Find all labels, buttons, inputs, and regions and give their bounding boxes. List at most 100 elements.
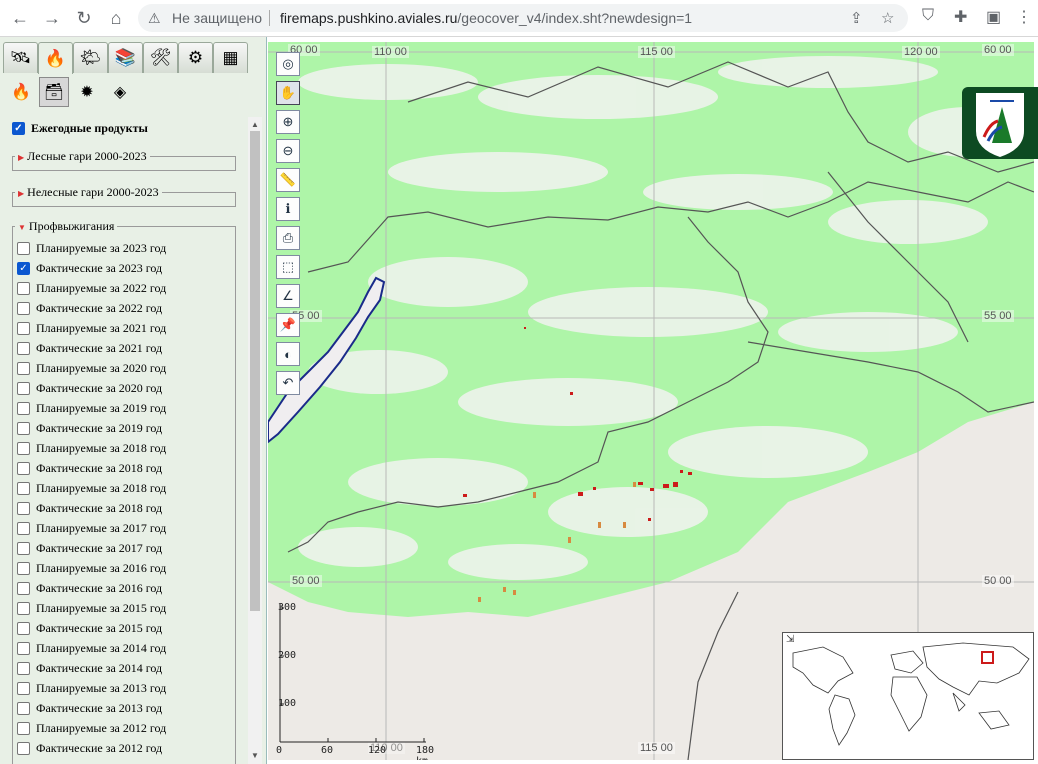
prescribed-item[interactable]: Фактические за 2020 год — [17, 380, 162, 396]
ruler-tool[interactable]: 📏 — [276, 168, 300, 192]
prescribed-checkbox[interactable] — [17, 481, 30, 495]
prescribed-checkbox[interactable] — [17, 581, 30, 595]
prescribed-checkbox[interactable] — [17, 301, 30, 315]
prescribed-item[interactable]: Фактические за 2018 год — [17, 500, 162, 516]
pin-tool[interactable]: 📌 — [276, 313, 300, 337]
prescribed-checkbox[interactable] — [17, 521, 30, 535]
subtab-flame-icon[interactable]: 🔥 — [6, 77, 36, 107]
prescribed-item[interactable]: Фактические за 2014 год — [17, 660, 162, 676]
prescribed-checkbox[interactable] — [17, 741, 30, 755]
prescribed-checkbox[interactable]: ✓ — [17, 261, 30, 275]
forest-burns-legend[interactable]: ▶ Лесные гари 2000-2023 — [15, 149, 150, 164]
prescribed-checkbox[interactable] — [17, 721, 30, 735]
prescribed-burns-legend[interactable]: ▼ Профвыжигания — [15, 219, 117, 234]
scroll-up-icon[interactable]: ▲ — [248, 119, 262, 131]
prescribed-checkbox[interactable] — [17, 601, 30, 615]
prescribed-item[interactable]: Планируемые за 2022 год — [17, 280, 166, 296]
tab-weather-icon[interactable]: 🌤 — [73, 42, 108, 73]
prescribed-checkbox[interactable] — [17, 661, 30, 675]
prescribed-item[interactable]: Планируемые за 2015 год — [17, 600, 166, 616]
prescribed-item[interactable]: Фактические за 2017 год — [17, 540, 162, 556]
prescribed-item[interactable]: Планируемые за 2020 год — [17, 360, 166, 376]
prescribed-checkbox[interactable] — [17, 421, 30, 435]
measure-angle-tool[interactable]: ∠ — [276, 284, 300, 308]
prescribed-checkbox[interactable] — [17, 341, 30, 355]
yearly-products-toggle[interactable]: ✓ Ежегодные продукты — [12, 121, 148, 136]
back-icon[interactable]: ← — [8, 6, 32, 30]
prescribed-item[interactable]: Фактические за 2012 год — [17, 740, 162, 756]
puzzle-extensions-icon[interactable]: ✚ — [954, 7, 967, 27]
forward-icon[interactable]: → — [40, 6, 64, 30]
prescribed-checkbox[interactable] — [17, 681, 30, 695]
tab-gear-icon[interactable]: ⚙ — [178, 42, 213, 73]
reload-icon[interactable]: ↻ — [72, 6, 96, 30]
side-panel-icon[interactable]: ▣ — [986, 7, 1001, 27]
prescribed-checkbox[interactable] — [17, 381, 30, 395]
globe-tool[interactable]: ◐ — [276, 342, 300, 366]
tab-table-icon[interactable]: ▦ — [213, 42, 248, 73]
prescribed-item[interactable]: Планируемые за 2014 год — [17, 640, 166, 656]
prescribed-checkbox[interactable] — [17, 701, 30, 715]
prescribed-checkbox[interactable] — [17, 541, 30, 555]
prescribed-checkbox[interactable] — [17, 621, 30, 635]
zoom-out-tool[interactable]: ⊖ — [276, 139, 300, 163]
forest-burns-group[interactable]: ▶ Лесные гари 2000-2023 — [12, 149, 236, 171]
scroll-down-icon[interactable]: ▼ — [248, 750, 262, 762]
tab-tools-icon[interactable]: 🛠 — [143, 42, 178, 73]
subtab-hotspot-icon[interactable]: ✹ — [72, 77, 102, 107]
pan-hand-tool[interactable]: ✋ — [276, 81, 300, 105]
overview-toggle-icon[interactable]: ⇲ — [786, 634, 794, 645]
prescribed-item[interactable]: Планируемые за 2013 год — [17, 680, 166, 696]
prescribed-checkbox[interactable] — [17, 561, 30, 575]
overview-viewport-marker[interactable] — [981, 651, 994, 664]
info-tool[interactable]: ℹ — [276, 197, 300, 221]
zoom-in-tool[interactable]: ⊕ — [276, 110, 300, 134]
prescribed-item[interactable]: Фактические за 2018 год — [17, 460, 162, 476]
zoom-extent-tool[interactable]: ◎ — [276, 52, 300, 76]
prescribed-checkbox[interactable] — [17, 401, 30, 415]
map-canvas[interactable]: 60 00 110 00 115 00 120 00 60 00 55 00 5… — [268, 42, 1034, 760]
subtab-layer-stack-icon[interactable]: ◈ — [105, 77, 135, 107]
nonforest-burns-legend[interactable]: ▶ Нелесные гари 2000-2023 — [15, 185, 162, 200]
prescribed-checkbox[interactable] — [17, 361, 30, 375]
undo-tool[interactable]: ↶ — [276, 371, 300, 395]
tab-satellite-icon[interactable]: 🛰 — [3, 42, 38, 73]
overview-map[interactable]: ⇲ — [782, 632, 1034, 760]
prescribed-item[interactable]: Планируемые за 2012 год — [17, 720, 166, 736]
shield-extension-icon[interactable]: ⛉ — [922, 7, 934, 25]
prescribed-item[interactable]: Фактические за 2019 год — [17, 420, 162, 436]
prescribed-item[interactable]: ✓ Фактические за 2023 год — [17, 260, 162, 276]
menu-icon[interactable]: ⋮ — [1016, 7, 1032, 27]
prescribed-item[interactable]: Планируемые за 2017 год — [17, 520, 166, 536]
address-bar[interactable]: ⚠ Не защищено firemaps.pushkino.aviales.… — [138, 4, 908, 32]
tab-layers-icon[interactable]: 📚 — [108, 42, 143, 73]
print-tool[interactable]: ⎙ — [276, 226, 300, 250]
prescribed-checkbox[interactable] — [17, 241, 30, 255]
prescribed-checkbox[interactable] — [17, 321, 30, 335]
prescribed-item[interactable]: Планируемые за 2021 год — [17, 320, 166, 336]
yearly-products-checkbox[interactable]: ✓ — [12, 122, 25, 135]
subtab-burned-product-icon[interactable]: 🗃 — [39, 77, 69, 107]
prescribed-item[interactable]: Фактические за 2015 год — [17, 620, 162, 636]
prescribed-item[interactable]: Планируемые за 2016 год — [17, 560, 166, 576]
prescribed-item[interactable]: Фактические за 2016 год — [17, 580, 162, 596]
select-area-tool[interactable]: ⬚ — [276, 255, 300, 279]
home-icon[interactable]: ⌂ — [104, 6, 128, 30]
tab-fire-icon[interactable]: 🔥 — [38, 42, 73, 74]
bookmark-star-icon[interactable]: ☆ — [881, 9, 894, 27]
prescribed-checkbox[interactable] — [17, 461, 30, 475]
prescribed-item[interactable]: Планируемые за 2019 год — [17, 400, 166, 416]
nonforest-burns-group[interactable]: ▶ Нелесные гари 2000-2023 — [12, 185, 236, 207]
prescribed-item[interactable]: Планируемые за 2018 год — [17, 440, 166, 456]
prescribed-item[interactable]: Планируемые за 2023 год — [17, 240, 166, 256]
scrollbar-thumb[interactable] — [250, 131, 260, 611]
prescribed-checkbox[interactable] — [17, 641, 30, 655]
prescribed-checkbox[interactable] — [17, 441, 30, 455]
prescribed-item[interactable]: Фактические за 2021 год — [17, 340, 162, 356]
prescribed-checkbox[interactable] — [17, 281, 30, 295]
prescribed-checkbox[interactable] — [17, 501, 30, 515]
prescribed-item[interactable]: Фактические за 2013 год — [17, 700, 162, 716]
url-text[interactable]: firemaps.pushkino.aviales.ru/geocover_v4… — [280, 10, 692, 26]
prescribed-item[interactable]: Фактические за 2022 год — [17, 300, 162, 316]
share-icon[interactable]: ⇪ — [850, 9, 863, 27]
